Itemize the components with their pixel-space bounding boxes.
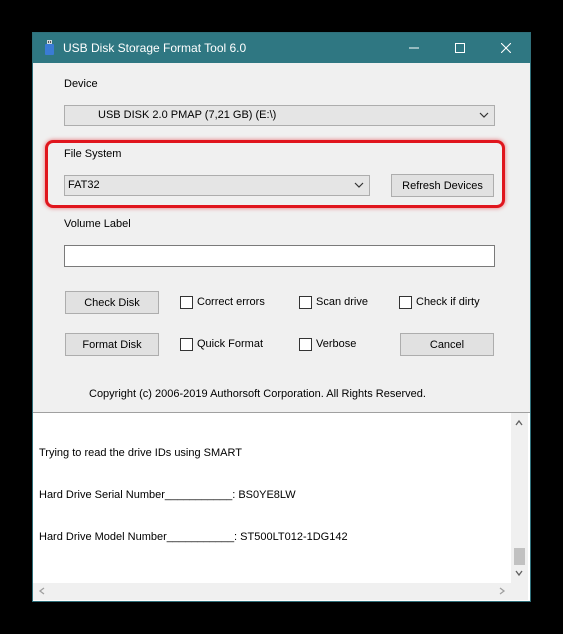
copyright-text: Copyright (c) 2006-2019 Authorsoft Corpo… — [89, 388, 426, 400]
log-line: Trying to read the drive IDs using SMART — [39, 447, 242, 459]
device-select[interactable]: USB DISK 2.0 PMAP (7,21 GB) (E:\) — [64, 105, 495, 126]
maximize-button[interactable] — [437, 33, 483, 63]
quick-format-label: Quick Format — [197, 338, 264, 350]
usb-drive-icon — [45, 40, 54, 55]
log-line: Hard Drive Model Number___________: ST50… — [39, 531, 348, 543]
check-if-dirty-checkbox[interactable]: Check if dirty — [399, 295, 480, 309]
correct-errors-checkbox[interactable]: Correct errors — [180, 295, 265, 309]
checkbox-box[interactable] — [180, 337, 193, 351]
vertical-scrollbar[interactable] — [511, 413, 528, 583]
minimize-button[interactable] — [391, 33, 437, 63]
scroll-up-icon[interactable] — [515, 419, 523, 427]
verbose-checkbox[interactable]: Verbose — [299, 337, 356, 351]
quick-format-checkbox[interactable]: Quick Format — [180, 337, 263, 351]
cancel-button[interactable]: Cancel — [400, 333, 494, 356]
maximize-icon — [455, 43, 465, 53]
close-icon — [501, 43, 511, 53]
checkbox-box[interactable] — [299, 337, 312, 351]
scroll-left-icon[interactable] — [38, 587, 46, 595]
close-button[interactable] — [483, 33, 529, 63]
check-disk-button[interactable]: Check Disk — [65, 291, 159, 314]
chevron-down-icon — [479, 112, 489, 118]
format-disk-button[interactable]: Format Disk — [65, 333, 159, 356]
log-output[interactable]: Trying to read the drive IDs using SMART… — [33, 412, 530, 601]
minimize-icon — [409, 47, 419, 49]
checkbox-box[interactable] — [399, 295, 412, 309]
checkbox-box[interactable] — [180, 295, 193, 309]
scan-drive-label: Scan drive — [316, 296, 368, 308]
scroll-down-icon[interactable] — [515, 569, 523, 577]
scroll-thumb[interactable] — [514, 548, 525, 565]
scan-drive-checkbox[interactable]: Scan drive — [299, 295, 368, 309]
correct-errors-label: Correct errors — [197, 296, 265, 308]
volume-label-label: Volume Label — [64, 218, 131, 230]
checkbox-box[interactable] — [299, 295, 312, 309]
title-bar[interactable]: USB Disk Storage Format Tool 6.0 — [33, 33, 530, 63]
device-selected-value: USB DISK 2.0 PMAP (7,21 GB) (E:\) — [98, 109, 277, 121]
scroll-right-icon[interactable] — [498, 587, 506, 595]
highlight-annotation — [45, 140, 505, 208]
scrollbar-corner — [511, 583, 528, 600]
horizontal-scrollbar[interactable] — [33, 583, 511, 600]
window-title: USB Disk Storage Format Tool 6.0 — [63, 41, 247, 55]
log-line: Hard Drive Serial Number___________: BS0… — [39, 489, 296, 501]
verbose-label: Verbose — [316, 338, 357, 350]
check-if-dirty-label: Check if dirty — [416, 296, 480, 308]
volume-label-input[interactable] — [64, 245, 495, 267]
device-label: Device — [64, 78, 98, 90]
